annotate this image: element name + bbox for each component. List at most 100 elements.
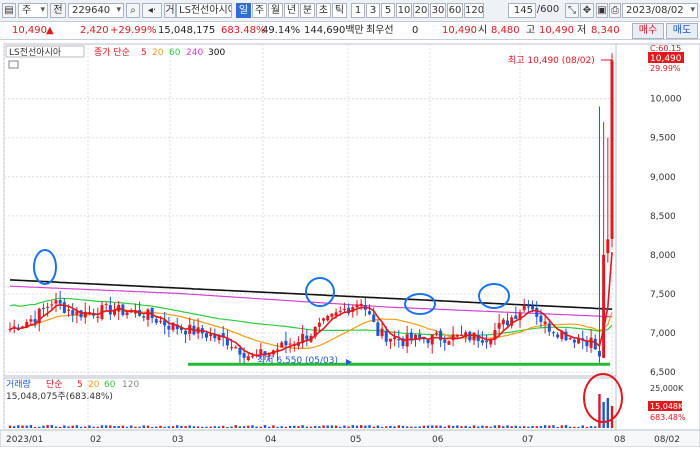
volume-bar xyxy=(42,425,45,428)
volume-bar xyxy=(167,426,171,428)
price-tick: 7,000 xyxy=(650,329,676,339)
volume-bar xyxy=(439,425,442,428)
candle-body xyxy=(355,304,359,308)
search-icon[interactable]: ⌕ xyxy=(126,3,140,18)
candle-body xyxy=(46,306,50,308)
period-select[interactable]: 주 xyxy=(18,3,48,18)
volume-bar xyxy=(201,426,204,428)
volume-bar xyxy=(456,425,459,428)
candle-body xyxy=(209,334,213,337)
volume-bar xyxy=(159,425,162,428)
speaker-icon[interactable]: ◂· xyxy=(142,3,162,18)
tab-minute[interactable]: 분 xyxy=(300,3,315,18)
volume-ma-5: 5 xyxy=(77,380,83,390)
tab-tick[interactable]: 틱 xyxy=(332,3,347,18)
count-input[interactable]: 145 xyxy=(508,3,536,18)
volume-bar xyxy=(552,425,555,428)
crosshair-icon[interactable]: ✥ xyxy=(580,3,594,18)
buy-button[interactable]: 매수 xyxy=(632,23,664,39)
volume-bar xyxy=(577,426,580,428)
step-10[interactable]: 10 xyxy=(396,3,412,18)
candle-body xyxy=(480,340,484,343)
change-rate: +29.99% xyxy=(110,25,157,36)
volume-bar xyxy=(393,426,396,428)
candle-body xyxy=(384,330,388,342)
volume-bar xyxy=(493,425,497,428)
volume-bar xyxy=(385,426,388,428)
price-tick: 7,500 xyxy=(650,290,676,300)
volume-bar xyxy=(251,425,254,428)
ga-button[interactable]: 거 xyxy=(164,3,176,18)
candle-body xyxy=(154,319,158,323)
volume-ma-label: 단순 xyxy=(46,379,63,390)
volume-bar xyxy=(54,426,58,428)
volume-bar xyxy=(217,426,221,428)
volume-bar xyxy=(380,426,384,428)
candle-body xyxy=(41,308,45,310)
volume-bar xyxy=(418,426,421,428)
volume-bar xyxy=(389,425,392,428)
candle-body xyxy=(602,254,606,358)
step-60[interactable]: 60 xyxy=(447,3,463,18)
zoom-icon[interactable]: ⤡ xyxy=(565,3,579,18)
print-icon[interactable]: ⎙ xyxy=(609,3,621,18)
candle-body xyxy=(556,334,560,338)
volume-bar xyxy=(602,402,605,428)
current-price: 10,490 xyxy=(12,25,47,36)
open-label: 시 xyxy=(478,25,488,36)
tab-month[interactable]: 월 xyxy=(268,3,283,18)
sell-button[interactable]: 매도 xyxy=(666,23,698,39)
step-20[interactable]: 20 xyxy=(413,3,429,18)
volume-axis-top: 25,000K xyxy=(650,384,684,393)
volume-bar xyxy=(46,425,49,428)
chart-area[interactable]: 6,500 7,000 7,500 8,000 8,500 9,000 9,500 10,00… xyxy=(0,40,700,448)
open-price: 8,480 xyxy=(491,25,520,36)
volume-bar xyxy=(414,426,417,428)
volume-bar xyxy=(180,425,183,428)
volume-bar xyxy=(594,426,597,428)
low-price: 8,340 xyxy=(591,25,620,36)
chart-menu-icon[interactable]: ▤ xyxy=(2,3,16,18)
time-tick: 08 xyxy=(614,435,626,445)
step-30[interactable]: 30 xyxy=(430,3,446,18)
candle-body xyxy=(142,316,146,318)
volume-bar xyxy=(523,426,526,428)
price-tick: 9,500 xyxy=(650,134,676,144)
step-3[interactable]: 3 xyxy=(366,3,380,18)
time-tick: 08/02 xyxy=(654,435,680,445)
volume-bar xyxy=(548,425,551,428)
volume-bar xyxy=(150,426,154,428)
volume-bar xyxy=(481,425,484,428)
candle-body xyxy=(317,322,321,327)
volume-bar xyxy=(146,425,150,428)
candle-body xyxy=(234,347,238,349)
step-1[interactable]: 1 xyxy=(351,3,365,18)
save-icon[interactable]: ▣ xyxy=(596,3,608,18)
candle-body xyxy=(455,334,459,337)
candle-body xyxy=(230,347,234,349)
ma-period-240: 240 xyxy=(186,48,203,58)
tab-second[interactable]: 초 xyxy=(316,3,331,18)
high-label: 고 xyxy=(526,25,536,36)
volume-ma-120: 120 xyxy=(122,380,139,390)
candle-body xyxy=(485,340,489,343)
volume-bar xyxy=(514,425,518,428)
tab-day[interactable]: 일 xyxy=(236,3,251,18)
low-annotation: 최저 6,550 (05/03) xyxy=(257,355,338,366)
volume-bar xyxy=(38,426,41,428)
step-120[interactable]: 120 xyxy=(464,3,484,18)
candle-body xyxy=(497,323,501,329)
tab-week[interactable]: 주 xyxy=(252,3,267,18)
candle-body xyxy=(572,339,576,343)
step-5[interactable]: 5 xyxy=(381,3,395,18)
candle-body xyxy=(104,304,108,306)
price-chart-svg[interactable]: 6,500 7,000 7,500 8,000 8,500 9,000 9,500 10,00… xyxy=(0,40,700,448)
price-tick: 6,500 xyxy=(650,368,676,378)
stock-code-input[interactable]: 229640 xyxy=(68,3,124,18)
volume-bar xyxy=(447,425,451,428)
volume-bar xyxy=(368,425,371,428)
date-field[interactable]: 2023/08/02 xyxy=(622,3,698,18)
tab-year[interactable]: 년 xyxy=(284,3,299,18)
jeon-button[interactable]: 전 xyxy=(50,3,66,18)
volume-bar xyxy=(405,426,409,428)
